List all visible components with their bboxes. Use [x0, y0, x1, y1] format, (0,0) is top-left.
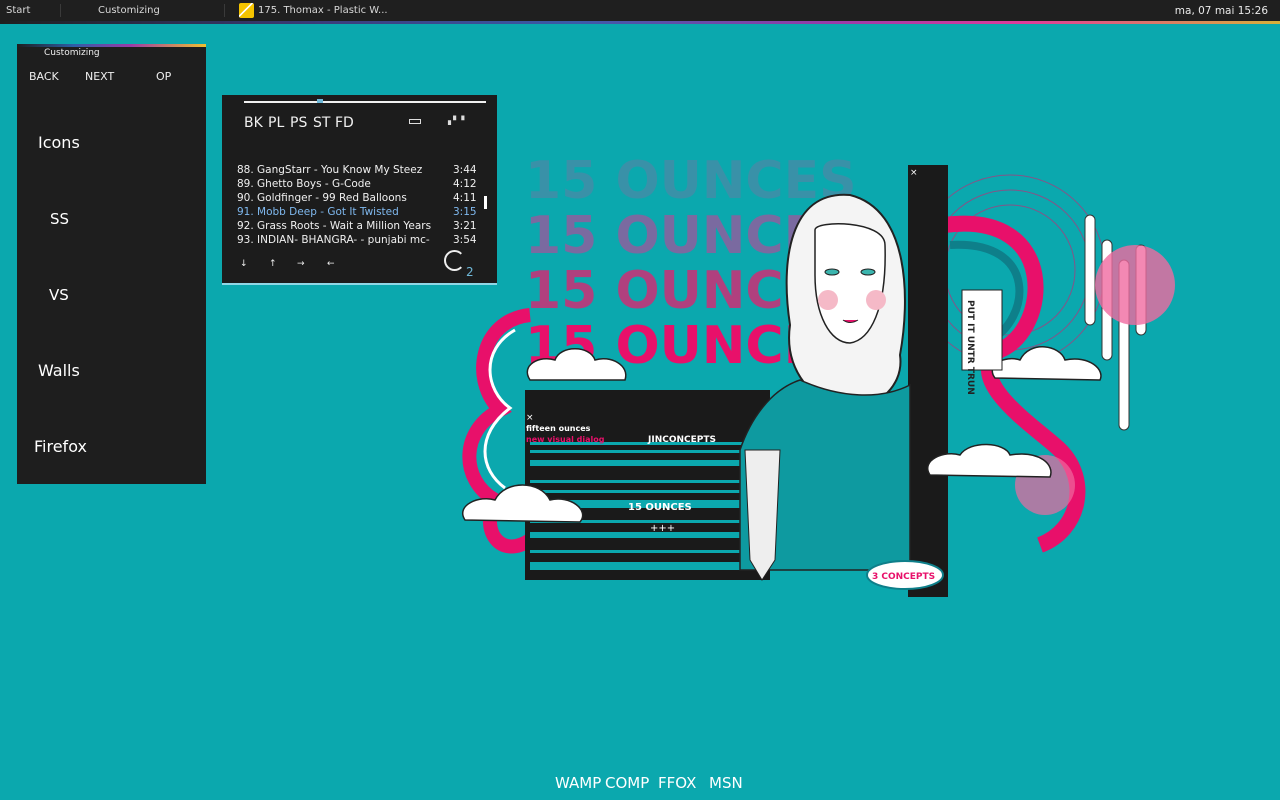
eye-left [824, 268, 840, 276]
close-mark: × [910, 168, 918, 178]
panel-plus: +++ [650, 523, 675, 534]
dock-item-msn[interactable]: MSN [709, 774, 743, 792]
stop-control[interactable]: ST [313, 115, 330, 131]
left-arrow-icon[interactable]: ← [327, 259, 335, 269]
panel-item-vs[interactable]: VS [49, 286, 69, 304]
cheek-left [818, 290, 838, 310]
taskbar: Start Customizing 175. Thomax - Plastic … [0, 0, 1280, 24]
headline-row-1: 15 OUNCES [525, 151, 857, 211]
forward-control[interactable]: FD [335, 115, 354, 131]
playlist-row[interactable]: 92. Grass Roots - Wait a Million Years 3… [237, 220, 477, 235]
taskbar-window-customizing[interactable]: Customizing [98, 5, 160, 16]
panel-item-walls[interactable]: Walls [38, 361, 80, 380]
pause-control[interactable]: PS [290, 115, 307, 131]
playlist-row[interactable]: 90. Goldfinger - 99 Red Balloons 4:11 [237, 192, 477, 207]
panel-item-ss[interactable]: SS [50, 210, 69, 228]
track-title: 92. Grass Roots - Wait a Million Years [237, 220, 432, 232]
back-control[interactable]: BK [244, 115, 263, 131]
playlist-row[interactable]: 89. Ghetto Boys - G-Code 4:12 [237, 178, 477, 193]
taskbar-window-player[interactable]: 175. Thomax - Plastic W... [258, 5, 388, 16]
clock[interactable]: ma, 07 mai 15:26 [1175, 5, 1268, 17]
taskbar-gradient [0, 21, 1280, 24]
panel-item-icons[interactable]: Icons [38, 133, 80, 152]
wallpaper-art: 15 OUNCES 15 OUNCES 15 OUNCES 15 OUNCES … [462, 151, 1175, 597]
dock-item-wamp[interactable]: WAMP [555, 774, 601, 792]
panel-line-2: new visual dialog [526, 435, 605, 444]
taskbar-separator [60, 4, 61, 17]
visualizer-icon[interactable]: ▖▘▝ [448, 116, 465, 125]
panel-tag-left: JINCONCEPTS [647, 435, 716, 445]
panel-close-mark: × [526, 413, 534, 423]
next-button[interactable]: NEXT [85, 70, 114, 83]
vertical-tag: PUT IT UNTR TRUN [965, 300, 975, 395]
taskbar-separator [224, 4, 225, 17]
winamp-icon[interactable] [239, 3, 254, 18]
track-title: 93. INDIAN- BHANGRA- - punjabi mc- nigh.… [237, 234, 433, 246]
track-title: 90. Goldfinger - 99 Red Balloons [237, 192, 407, 204]
dock-item-ffox[interactable]: FFOX [658, 774, 696, 792]
sticker-label: 3 CONCEPTS [872, 572, 935, 582]
playlist-row-active[interactable]: 91. Mobb Deep - Got It Twisted 3:15 [237, 206, 477, 221]
op-button[interactable]: OP [156, 70, 171, 83]
play-control[interactable]: PL [268, 115, 284, 131]
right-arrow-icon[interactable]: → [297, 259, 305, 269]
track-title: 91. Mobb Deep - Got It Twisted [237, 206, 399, 218]
dock-item-comp[interactable]: COMP [605, 774, 649, 792]
pink-blob [1095, 245, 1175, 325]
track-title: 89. Ghetto Boys - G-Code [237, 178, 371, 190]
panel-item-firefox[interactable]: Firefox [34, 437, 87, 456]
concepts-sticker: 3 CONCEPTS [866, 560, 944, 590]
seek-handle[interactable] [317, 99, 323, 103]
eye-right [860, 268, 876, 276]
track-title: 88. GangStarr - You Know My Steez [237, 164, 423, 176]
playlist-row[interactable]: 93. INDIAN- BHANGRA- - punjabi mc- nigh.… [237, 234, 477, 249]
panel-tag-mid: 15 OUNCES [628, 502, 692, 513]
seek-bar[interactable] [244, 101, 486, 103]
move-down-arrow-icon[interactable]: ↓ [240, 259, 248, 269]
playlist-row[interactable]: 88. GangStarr - You Know My Steez 3:44 [237, 164, 477, 179]
back-button[interactable]: BACK [29, 70, 59, 83]
vertical-black-panel [908, 165, 948, 597]
start-button[interactable]: Start [6, 5, 30, 16]
cheek-right [866, 290, 886, 310]
customizing-panel: Customizing BACK NEXT OP Icons SS VS Wal… [17, 44, 206, 484]
minimize-icon[interactable] [409, 119, 421, 124]
tattoo-arm [744, 449, 781, 581]
panel-line-1: fifteen ounces [526, 424, 591, 433]
panel-title: Customizing [44, 48, 100, 58]
move-up-arrow-icon[interactable]: ↑ [269, 259, 277, 269]
panel-accent-line [17, 44, 206, 47]
